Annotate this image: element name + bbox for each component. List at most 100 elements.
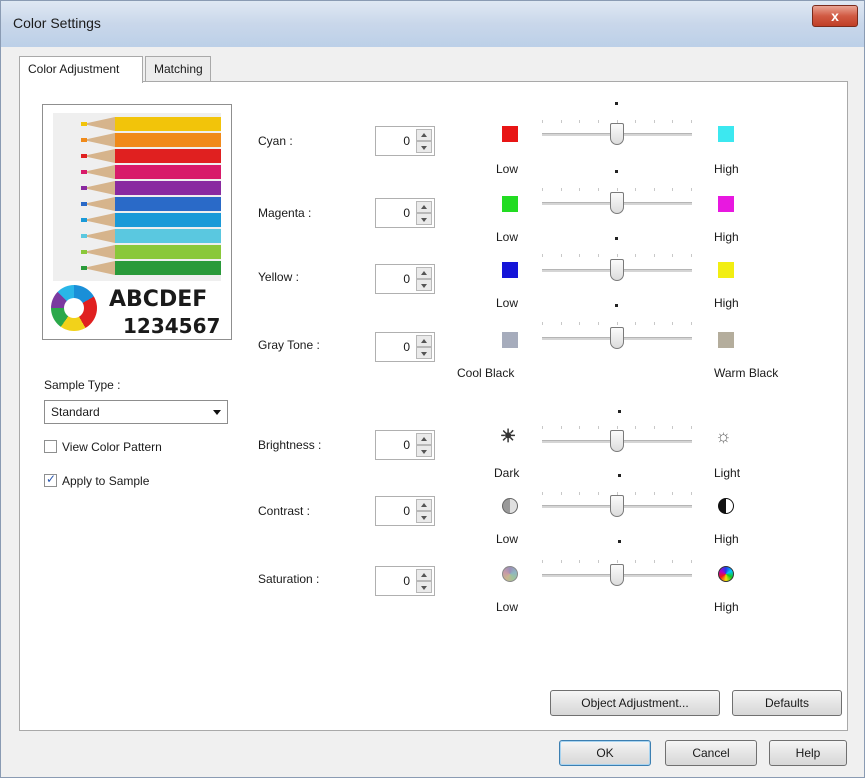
slider-tick <box>616 560 618 563</box>
window-title: Color Settings <box>13 15 101 31</box>
defaults-button[interactable]: Defaults <box>732 690 842 716</box>
cancel-button[interactable]: Cancel <box>665 740 757 766</box>
sample-type-label: Sample Type : <box>44 378 121 392</box>
sun-light-icon: ☼ <box>715 426 732 446</box>
slider-tick <box>542 492 543 495</box>
slider-tick <box>579 120 581 123</box>
contrast-spinbox[interactable]: 0 <box>375 496 435 526</box>
apply-to-sample-checkbox[interactable]: Apply to Sample <box>44 472 149 488</box>
slider-tick <box>597 492 599 495</box>
yellow-slider-thumb[interactable] <box>610 259 624 281</box>
brightness-high-label: Light <box>714 466 741 480</box>
ok-button[interactable]: OK <box>559 740 651 766</box>
preview-text-letters: ABCDEF <box>109 287 208 312</box>
magenta-slider-thumb[interactable] <box>610 192 624 214</box>
contrast-increment-button[interactable] <box>416 499 432 511</box>
magenta-value: 0 <box>403 206 410 220</box>
saturation-label: Saturation : <box>258 572 320 586</box>
color-wheel-logo <box>51 285 97 331</box>
gray-tone-decrement-button[interactable] <box>416 347 432 359</box>
yellow-value: 0 <box>403 272 410 286</box>
pencil <box>53 245 221 259</box>
slider-tick <box>653 254 655 257</box>
view-color-pattern-label: View Color Pattern <box>62 440 162 454</box>
pencil <box>53 261 221 275</box>
slider-tick <box>560 120 562 123</box>
slider-tick <box>653 492 655 495</box>
gray-tone-increment-button[interactable] <box>416 335 432 347</box>
slider-tick <box>635 492 637 495</box>
contrast-slider-thumb[interactable] <box>610 495 624 517</box>
apply-to-sample-box[interactable] <box>44 472 57 487</box>
magenta-spinbox[interactable]: 0 <box>375 198 435 228</box>
pencil <box>53 149 221 163</box>
title-bar[interactable]: Color Settings x <box>1 1 864 47</box>
magenta-high-swatch <box>718 196 734 212</box>
magenta-high-label: High <box>714 230 739 244</box>
slider-tick <box>691 426 692 429</box>
saturation-increment-button[interactable] <box>416 569 432 581</box>
yellow-increment-button[interactable] <box>416 267 432 279</box>
cyan-slider-thumb[interactable] <box>610 123 624 145</box>
slider-tick <box>653 188 655 191</box>
object-adjustment-button[interactable]: Object Adjustment... <box>550 690 720 716</box>
cyan-increment-button[interactable] <box>416 129 432 141</box>
slider-tick <box>635 120 637 123</box>
slider-tick <box>635 188 637 191</box>
gray-tone-high-swatch <box>718 332 734 348</box>
slider-tick <box>560 426 562 429</box>
close-button[interactable]: x <box>812 5 858 27</box>
saturation-decrement-button[interactable] <box>416 581 432 593</box>
tab-color-adjustment[interactable]: Color Adjustment <box>19 56 143 83</box>
brightness-center-mark-lower <box>618 474 621 477</box>
saturation-slider-thumb[interactable] <box>610 564 624 586</box>
cyan-high-label: High <box>714 162 739 176</box>
yellow-spinbox[interactable]: 0 <box>375 264 435 294</box>
gray-tone-spinbox[interactable]: 0 <box>375 332 435 362</box>
contrast-low-icon <box>502 498 518 514</box>
preview-text-numbers: 1234567 <box>123 314 221 338</box>
saturation-spinbox[interactable]: 0 <box>375 566 435 596</box>
gray-tone-slider-thumb[interactable] <box>610 327 624 349</box>
saturation-value: 0 <box>403 574 410 588</box>
magenta-center-mark <box>615 237 618 240</box>
brightness-spinbox[interactable]: 0 <box>375 430 435 460</box>
brightness-slider-thumb[interactable] <box>610 430 624 452</box>
brightness-decrement-button[interactable] <box>416 445 432 457</box>
cyan-spinbox[interactable]: 0 <box>375 126 435 156</box>
tab-color-adjustment-label: Color Adjustment <box>28 62 120 76</box>
contrast-decrement-button[interactable] <box>416 511 432 523</box>
slider-tick <box>560 188 562 191</box>
pencil <box>53 133 221 147</box>
slider-tick <box>653 426 655 429</box>
slider-tick <box>616 426 618 429</box>
cyan-decrement-button[interactable] <box>416 141 432 153</box>
slider-tick <box>542 426 543 429</box>
contrast-high-icon <box>718 498 734 514</box>
tab-matching[interactable]: Matching <box>145 56 211 82</box>
slider-tick <box>691 188 692 191</box>
yellow-decrement-button[interactable] <box>416 279 432 291</box>
cyan-low-swatch <box>502 126 518 142</box>
brightness-increment-button[interactable] <box>416 433 432 445</box>
help-button[interactable]: Help <box>769 740 847 766</box>
slider-tick <box>597 560 599 563</box>
view-color-pattern-checkbox[interactable]: View Color Pattern <box>44 440 162 454</box>
sample-type-select[interactable]: Standard <box>44 400 228 424</box>
slider-tick <box>579 560 581 563</box>
slider-tick <box>672 188 674 191</box>
slider-tick <box>672 254 674 257</box>
pencil <box>53 197 221 211</box>
slider-tick <box>616 254 618 257</box>
yellow-low-swatch <box>502 262 518 278</box>
cyan-center-mark <box>615 102 618 105</box>
view-color-pattern-box[interactable] <box>44 440 57 453</box>
gray-tone-label: Gray Tone : <box>258 338 320 352</box>
cyan-high-swatch <box>718 126 734 142</box>
contrast-center-mark <box>618 540 621 543</box>
magenta-decrement-button[interactable] <box>416 213 432 225</box>
pencil <box>53 181 221 195</box>
slider-tick <box>616 188 618 191</box>
magenta-increment-button[interactable] <box>416 201 432 213</box>
slider-tick <box>653 120 655 123</box>
